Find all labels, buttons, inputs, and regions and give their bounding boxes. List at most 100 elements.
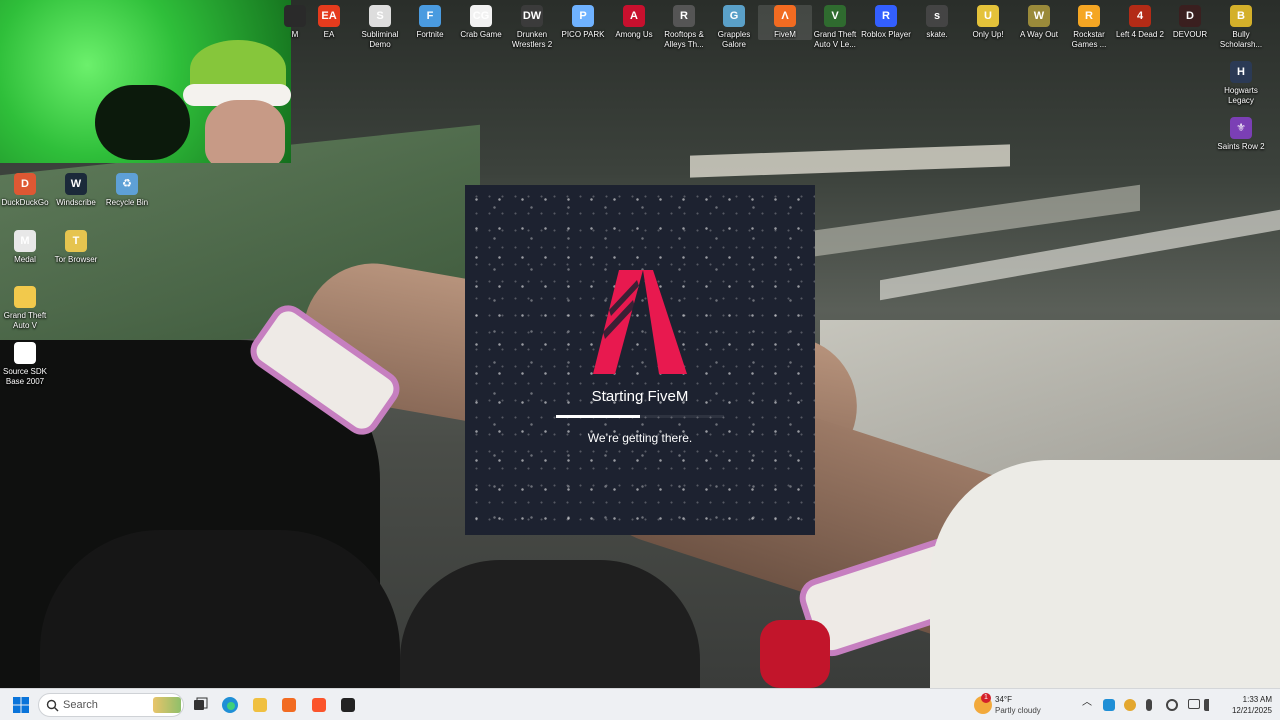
desktop-shortcut[interactable]: CG Crab Game xyxy=(454,5,508,40)
wallpaper-red-object xyxy=(760,620,830,688)
desktop-shortcut-label: PICO PARK xyxy=(561,30,605,39)
windscribe-icon: W xyxy=(65,173,87,195)
desktop-shortcut[interactable]: W A Way Out xyxy=(1012,5,1066,40)
desktop-shortcut[interactable]: R Roblox Player xyxy=(859,5,913,40)
desktop-shortcut[interactable]: M Medal xyxy=(0,230,52,265)
hogwarts-legacy-icon: H xyxy=(1230,61,1252,83)
desktop-shortcut[interactable]: ♻ Recycle Bin xyxy=(100,173,154,208)
rooftops-alleys-icon: R xyxy=(673,5,695,27)
desktop-shortcut[interactable]: Λ FiveM xyxy=(758,5,812,40)
desktop-shortcut-label: Rooftops & Alleys Th... xyxy=(664,30,704,49)
desktop-shortcut[interactable]: ⚜ Saints Row 2 xyxy=(1214,117,1268,152)
desktop-shortcut-label: Grapples Galore xyxy=(717,30,751,49)
desktop-shortcut[interactable]: W Windscribe xyxy=(49,173,103,208)
clock-date: 12/21/2025 xyxy=(1231,706,1272,715)
desktop-shortcut[interactable]: H Hogwarts Legacy xyxy=(1214,61,1268,106)
search-icon xyxy=(46,699,59,712)
task-view-button[interactable] xyxy=(188,693,212,717)
microphone-icon[interactable] xyxy=(1146,699,1152,711)
desktop-shortcut[interactable]: V Grand Theft Auto V Le... xyxy=(808,5,862,50)
display-icon[interactable] xyxy=(1188,699,1200,709)
desktop-shortcut[interactable]: D DEVOUR xyxy=(1163,5,1217,40)
weather-alert-badge: 1 xyxy=(981,693,991,703)
weather-widget[interactable]: 1 34°F Partly cloudy xyxy=(972,692,1062,718)
desktop-shortcut[interactable]: P PICO PARK xyxy=(556,5,610,40)
clock-time: 1:33 AM xyxy=(1242,695,1272,704)
volume-icon[interactable] xyxy=(1204,699,1216,711)
weather-temp: 34°F xyxy=(995,695,1012,704)
desktop-shortcut[interactable]: G Grapples Galore xyxy=(707,5,761,50)
tray-settings-icon[interactable] xyxy=(1166,699,1178,711)
desktop-shortcut[interactable]: S Subliminal Demo xyxy=(353,5,407,50)
wallpaper-light-strip xyxy=(690,144,1010,178)
desktop-shortcut-label: Grand Theft Auto V Le... xyxy=(813,30,857,49)
desktop-shortcut[interactable]: B Bully Scholarsh... xyxy=(1214,5,1268,50)
taskbar: Search 1 34°F Partly cloudy ︿ 1:33 AM 12… xyxy=(0,688,1280,720)
tray-overflow-chevron-icon[interactable]: ︿ xyxy=(1082,698,1092,708)
desktop-shortcut[interactable]: D DuckDuckGo xyxy=(0,173,52,208)
taskbar-pinned-app[interactable] xyxy=(248,693,272,717)
tor-browser-icon: T xyxy=(65,230,87,252)
webcam-overlay xyxy=(0,0,291,163)
desktop-shortcut[interactable]: A Among Us xyxy=(607,5,661,40)
brave-icon xyxy=(312,698,326,712)
desktop-shortcut[interactable]: T Tor Browser xyxy=(49,230,103,265)
taskbar-pinned-app[interactable] xyxy=(277,693,301,717)
desktop-shortcut-label: M xyxy=(291,30,299,39)
desktop-shortcut-label: Bully Scholarsh... xyxy=(1219,30,1263,49)
splash-title: Starting FiveM xyxy=(591,388,689,405)
tray-app-icon[interactable] xyxy=(1103,699,1115,711)
taskbar-search-box[interactable]: Search xyxy=(38,693,184,717)
desktop-shortcut[interactable]: Grand Theft Auto V xyxy=(0,286,52,331)
fortnite-icon: F xyxy=(419,5,441,27)
taskbar-pinned-app[interactable] xyxy=(336,693,360,717)
rockstar-icon: R xyxy=(1078,5,1100,27)
desktop-shortcut[interactable]: EA EA xyxy=(302,5,356,40)
subliminal-icon: S xyxy=(369,5,391,27)
desktop-shortcut[interactable]: R Rockstar Games ... xyxy=(1062,5,1116,50)
medal-icon: M xyxy=(14,230,36,252)
desktop-shortcut[interactable]: R Rooftops & Alleys Th... xyxy=(657,5,711,50)
recycle-bin-icon: ♻ xyxy=(116,173,138,195)
desktop-shortcut[interactable]: s skate. xyxy=(910,5,964,40)
desktop-shortcut-label: skate. xyxy=(926,30,948,39)
skate-icon: s xyxy=(926,5,948,27)
weather-condition: Partly cloudy xyxy=(995,706,1041,715)
desktop-shortcut-label: Saints Row 2 xyxy=(1217,142,1265,151)
desktop-shortcut-label: Tor Browser xyxy=(54,255,98,264)
folder-icon xyxy=(14,286,36,308)
fivem-taskbar-icon xyxy=(282,698,296,712)
desktop-shortcut-label: Recycle Bin xyxy=(105,198,149,207)
desktop-shortcut-label: Crab Game xyxy=(460,30,502,39)
desktop-shortcut-label: DEVOUR xyxy=(1172,30,1208,39)
desktop-shortcut[interactable]: DW Drunken Wrestlers 2 xyxy=(505,5,559,50)
desktop-shortcut-label: Source SDK Base 2007 xyxy=(2,367,48,386)
tray-app-icon[interactable] xyxy=(1124,699,1136,711)
wallpaper-shoe xyxy=(400,560,700,688)
desktop-shortcut-label: FiveM xyxy=(774,30,796,39)
taskbar-pinned-app[interactable] xyxy=(307,693,331,717)
desktop-shortcut-label: Subliminal Demo xyxy=(361,30,399,49)
start-button[interactable] xyxy=(9,693,33,717)
desktop-shortcut[interactable]: Source SDK Base 2007 xyxy=(0,342,52,387)
devour-icon: D xyxy=(1179,5,1201,27)
search-highlight-icon xyxy=(153,697,181,713)
system-clock[interactable]: 1:33 AM 12/21/2025 xyxy=(1222,692,1276,718)
desktop-shortcut-label: Grand Theft Auto V xyxy=(3,311,47,330)
desktop-shortcut-label: Hogwarts Legacy xyxy=(1224,86,1258,105)
a-way-out-icon: W xyxy=(1028,5,1050,27)
desktop-shortcut-label: EA xyxy=(323,30,335,39)
bully-icon: B xyxy=(1230,5,1252,27)
desktop-shortcut-label: Roblox Player xyxy=(861,30,911,39)
desktop-shortcut[interactable]: U Only Up! xyxy=(961,5,1015,40)
wallpaper-white-fabric xyxy=(930,460,1280,688)
desktop-shortcut-label: Windscribe xyxy=(56,198,96,207)
fivem-splash-window: Starting FiveM We’re getting there. xyxy=(465,185,815,535)
desktop-shortcut[interactable]: 4 Left 4 Dead 2 xyxy=(1113,5,1167,40)
crab-game-icon: CG xyxy=(470,5,492,27)
duckduckgo-icon: D xyxy=(14,173,36,195)
roblox-icon: R xyxy=(875,5,897,27)
edge-button[interactable] xyxy=(218,693,242,717)
among-us-icon: A xyxy=(623,5,645,27)
desktop-shortcut[interactable]: F Fortnite xyxy=(403,5,457,40)
